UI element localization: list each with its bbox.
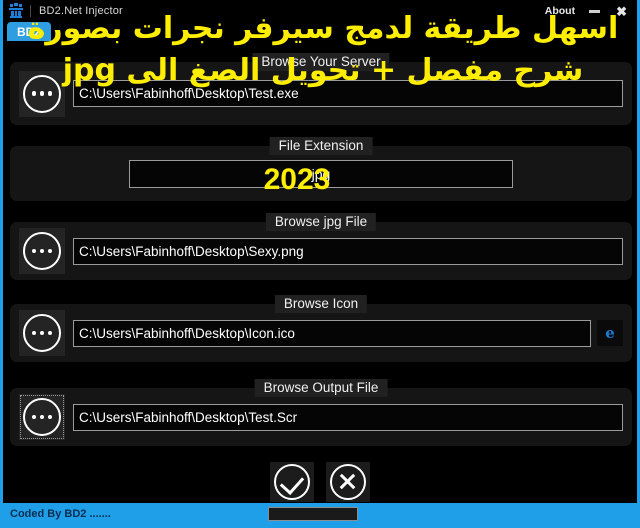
panel-title-file-extension: File Extension (269, 137, 373, 155)
injector-window: BD2.Net Injector About ✖ BD2 Browse Your… (0, 0, 640, 528)
confirm-button[interactable] (270, 462, 314, 502)
panel-browse-server: Browse Your Server C:\Users\Fabinhoff\De… (10, 53, 632, 125)
browse-server-button[interactable] (19, 70, 65, 117)
progress-bar (268, 507, 358, 521)
panel-file-extension: File Extension jpg (10, 137, 632, 201)
ellipsis-icon (23, 314, 61, 352)
ellipsis-icon (23, 232, 61, 270)
panel-title-browse-server: Browse Your Server (252, 53, 390, 71)
bd2-tab-badge[interactable]: BD2 (7, 22, 51, 41)
panel-browse-jpg: Browse jpg File C:\Users\Fabinhoff\Deskt… (10, 213, 632, 280)
ellipsis-icon (23, 398, 61, 436)
title-bar: BD2.Net Injector About ✖ (3, 0, 637, 22)
about-link[interactable]: About (545, 5, 575, 17)
check-icon (274, 464, 310, 500)
browse-output-button[interactable] (19, 394, 65, 440)
panel-title-browse-output: Browse Output File (254, 379, 388, 397)
panel-title-browse-icon: Browse Icon (274, 295, 368, 313)
minimize-icon[interactable] (589, 9, 601, 13)
status-text: Coded By BD2 ....... (10, 508, 111, 520)
browse-icon-button[interactable] (19, 310, 65, 356)
jpg-path-input[interactable]: C:\Users\Fabinhoff\Desktop\Sexy.png (73, 237, 623, 265)
browse-jpg-button[interactable] (19, 228, 65, 274)
panel-title-browse-jpg: Browse jpg File (265, 213, 377, 231)
close-icon[interactable]: ✖ (616, 5, 627, 18)
action-buttons (3, 462, 637, 502)
browser-e-icon: e (605, 324, 615, 342)
cancel-button[interactable] (326, 462, 370, 502)
server-path-input[interactable]: C:\Users\Fabinhoff\Desktop\Test.exe (73, 80, 623, 107)
output-path-input[interactable]: C:\Users\Fabinhoff\Desktop\Test.Scr (73, 403, 623, 431)
app-logo-icon (8, 3, 24, 19)
close-cross-icon (330, 464, 366, 500)
panel-browse-output: Browse Output File C:\Users\Fabinhoff\De… (10, 379, 632, 446)
status-bar: Coded By BD2 ....... (3, 503, 637, 525)
file-extension-input[interactable]: jpg (129, 159, 513, 188)
panel-browse-icon: Browse Icon C:\Users\Fabinhoff\Desktop\I… (10, 295, 632, 362)
icon-preview: e (597, 320, 623, 346)
panel-body-browse-server: C:\Users\Fabinhoff\Desktop\Test.exe (10, 62, 632, 125)
icon-path-input[interactable]: C:\Users\Fabinhoff\Desktop\Icon.ico (73, 319, 591, 347)
ellipsis-icon (23, 74, 61, 113)
titlebar-divider (30, 5, 31, 17)
window-title: BD2.Net Injector (39, 5, 123, 17)
